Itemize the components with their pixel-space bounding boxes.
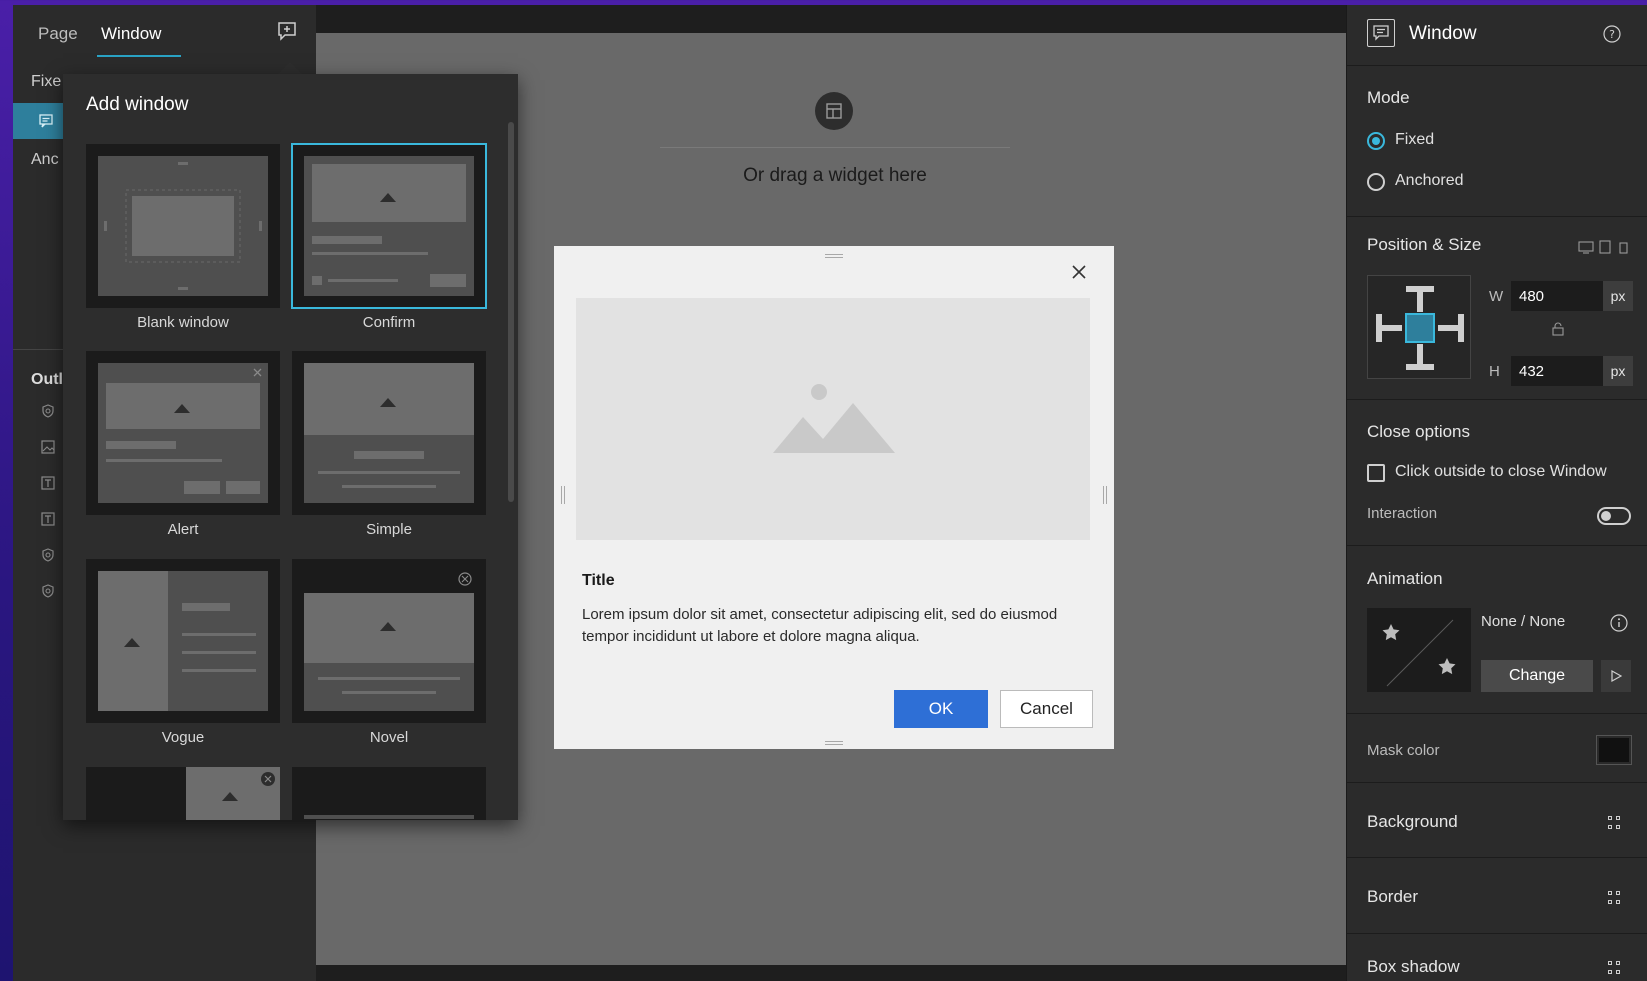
divider [1347, 399, 1647, 400]
position-size-heading: Position & Size [1367, 235, 1482, 254]
animation-heading: Animation [1367, 569, 1443, 588]
mode-anchored-label[interactable]: Anchored [1395, 172, 1464, 190]
resize-handle-top[interactable] [825, 254, 843, 258]
widget-icon[interactable] [40, 403, 56, 419]
device-icons[interactable] [1578, 240, 1634, 254]
tab-page[interactable]: Page [38, 24, 78, 44]
border-heading[interactable]: Border [1367, 887, 1418, 907]
cancel-button[interactable]: Cancel [1000, 690, 1093, 728]
panel-title: Window [1409, 23, 1477, 44]
play-icon[interactable] [1601, 660, 1631, 692]
active-tab-underline [97, 55, 181, 57]
template-alert[interactable] [86, 351, 280, 515]
height-unit[interactable]: px [1603, 356, 1633, 386]
template-partial[interactable] [292, 767, 486, 820]
window-icon [39, 114, 53, 128]
width-unit[interactable]: px [1603, 281, 1633, 311]
template-label: Blank window [137, 314, 229, 331]
close-icon[interactable] [1071, 264, 1087, 280]
template-simple[interactable] [292, 351, 486, 515]
add-window-title: Add window [86, 94, 189, 115]
lock-icon[interactable] [1551, 322, 1565, 336]
mountain-icon [773, 384, 895, 453]
text-icon[interactable] [40, 475, 56, 491]
text-icon[interactable] [40, 511, 56, 527]
mode-heading: Mode [1367, 88, 1410, 107]
add-window-icon[interactable] [277, 21, 297, 41]
template-label: Alert [167, 521, 199, 538]
anchor-position-widget[interactable] [1367, 275, 1471, 379]
outline-heading: Outl [31, 371, 63, 388]
svg-text:?: ? [1609, 28, 1615, 41]
info-icon[interactable] [1610, 614, 1628, 632]
template-vogue[interactable] [86, 559, 280, 723]
width-input[interactable] [1511, 281, 1603, 311]
template-blank-window[interactable] [86, 144, 280, 308]
expand-icon[interactable] [1608, 891, 1622, 905]
divider [1347, 857, 1647, 858]
resize-handle-right[interactable] [1103, 486, 1107, 504]
right-panel: Window ? Mode Fixed Anchored Position & … [1346, 5, 1647, 981]
divider [1347, 782, 1647, 783]
add-window-popover: Add window Blank window Confirm Alert Si… [63, 74, 518, 820]
template-label: Novel [369, 729, 409, 746]
mode-anchored-radio[interactable] [1367, 173, 1385, 191]
change-animation-button[interactable]: Change [1481, 660, 1593, 692]
resize-handle-bottom[interactable] [825, 741, 843, 745]
divider [1347, 545, 1647, 546]
mode-fixed-label[interactable]: Fixed [1395, 131, 1434, 149]
mode-fixed-row[interactable]: Fixe [31, 73, 61, 91]
close-options-heading: Close options [1367, 422, 1471, 441]
widget-placeholder-icon [815, 92, 853, 130]
template-label: Simple [366, 521, 412, 538]
box-shadow-heading[interactable]: Box shadow [1367, 957, 1460, 977]
canvas-bottom-bar [316, 965, 1346, 981]
divider [1347, 216, 1647, 217]
widget-icon[interactable] [40, 583, 56, 599]
drag-widget-hint: Or drag a widget here [743, 165, 927, 186]
canvas-top-bar [316, 5, 1346, 33]
background-heading[interactable]: Background [1367, 812, 1458, 832]
star-icon [1438, 658, 1456, 675]
dialog-body: Lorem ipsum dolor sit amet, consectetur … [582, 606, 1058, 645]
height-label: H [1489, 363, 1500, 380]
height-input[interactable] [1511, 356, 1603, 386]
click-outside-label[interactable]: Click outside to close Window [1395, 463, 1607, 481]
divider [1347, 65, 1647, 66]
divider [1347, 933, 1647, 934]
window-icon [1367, 19, 1395, 47]
interaction-label: Interaction [1367, 505, 1438, 522]
drag-divider [660, 147, 1010, 148]
image-placeholder [576, 298, 1090, 540]
mask-color-label: Mask color [1367, 742, 1440, 759]
animation-preview [1367, 608, 1471, 692]
click-outside-checkbox[interactable] [1367, 464, 1385, 482]
ok-button[interactable]: OK [894, 690, 988, 728]
template-partial[interactable] [86, 767, 280, 820]
expand-icon[interactable] [1608, 961, 1622, 975]
help-icon[interactable]: ? [1603, 25, 1621, 43]
template-label: Vogue [161, 729, 205, 746]
animation-value: None / None [1481, 613, 1566, 630]
star-icon [1382, 624, 1400, 641]
divider [1347, 713, 1647, 714]
image-icon[interactable] [40, 439, 56, 455]
tab-window[interactable]: Window [101, 24, 161, 44]
interaction-toggle[interactable] [1597, 507, 1631, 525]
resize-handle-left[interactable] [561, 486, 565, 504]
template-confirm[interactable] [291, 143, 487, 309]
widget-icon[interactable] [40, 547, 56, 563]
template-novel[interactable] [292, 559, 486, 723]
dialog-title: Title [582, 572, 615, 589]
mode-fixed-radio[interactable] [1367, 132, 1385, 150]
template-label: Confirm [362, 314, 416, 331]
width-label: W [1489, 288, 1504, 305]
scrollbar[interactable] [508, 122, 514, 502]
window-preview-dialog[interactable]: Title Lorem ipsum dolor sit amet, consec… [554, 246, 1114, 749]
expand-icon[interactable] [1608, 816, 1622, 830]
mask-color-swatch[interactable] [1596, 735, 1632, 765]
mode-anchored-row[interactable]: Anc [31, 151, 59, 169]
popover-arrow [278, 62, 302, 74]
